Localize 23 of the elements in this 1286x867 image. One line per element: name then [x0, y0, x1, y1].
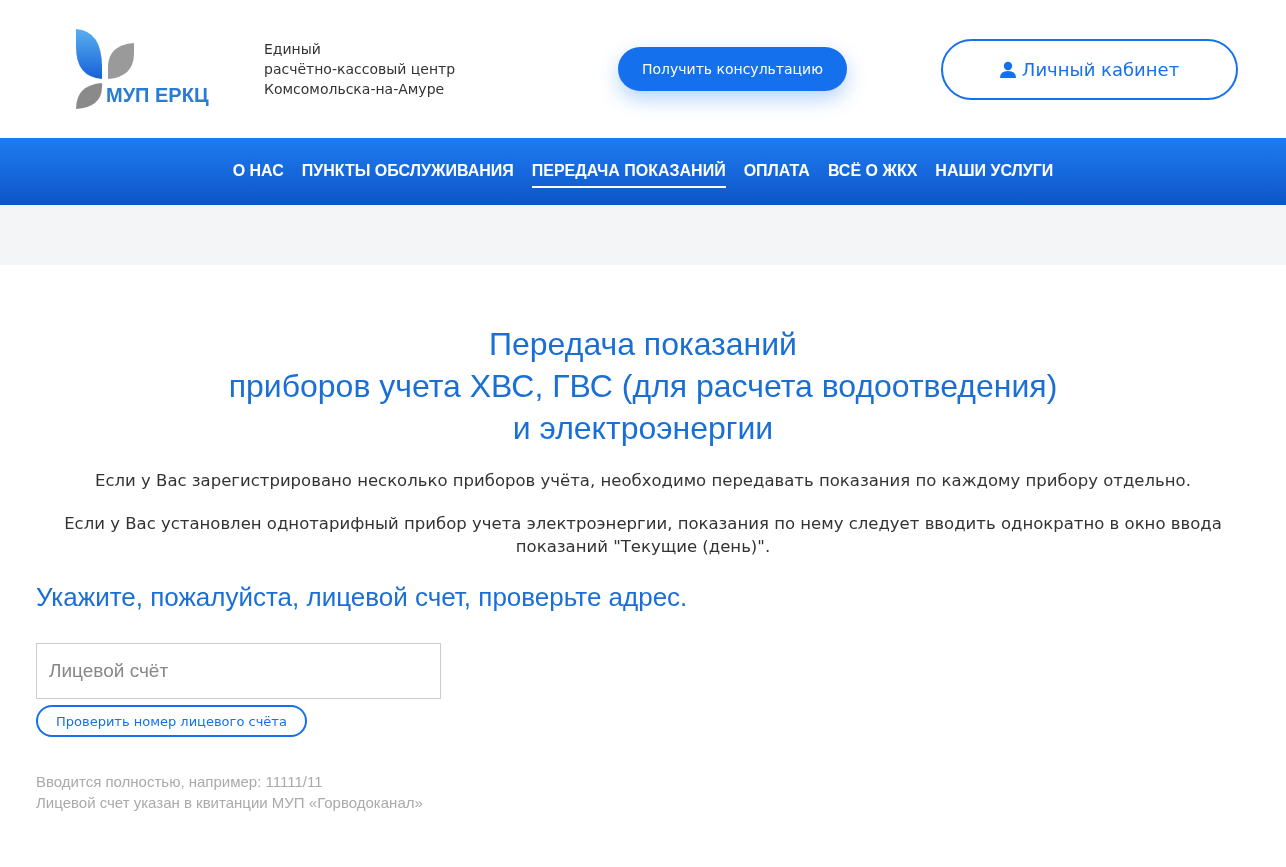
hint-text: Вводится полностью, например: 11111/11	[36, 772, 324, 792]
tagline-text: расчётно-кассовый центр	[264, 60, 456, 79]
nav-link[interactable]: ПЕРЕДАЧА ПОКАЗАНИЙ	[531, 155, 726, 188]
form-heading: Укажите, пожалуйста, лицевой счет, проверьте адрес.	[36, 582, 689, 613]
tagline-text: Единый	[264, 40, 322, 59]
user-icon	[999, 60, 1016, 78]
page-title: и электроэнергии	[511, 409, 775, 448]
nav-link[interactable]: ОПЛАТА	[743, 155, 810, 188]
consultation-button[interactable]: Получить консультацию	[617, 47, 847, 91]
nav-link[interactable]: НАШИ УСЛУГИ	[935, 155, 1054, 188]
check-account-button[interactable]: Проверить номер лицевого счёта	[36, 705, 307, 737]
page-title: приборов учета ХВС, ГВС (для расчета водоотведения)	[227, 367, 1059, 406]
info-paragraph: Если у Вас зарегистрировано несколько приборов учёта, необходимо передавать показания по каждому прибору отдельно.	[94, 470, 1192, 492]
account-number-field[interactable]: Лицевой счёт	[36, 643, 441, 699]
account-button[interactable]: Личный кабинет	[941, 38, 1238, 100]
nav-link[interactable]: О НАС	[232, 155, 284, 188]
nav-link[interactable]: ВСЁ О ЖКХ	[827, 155, 918, 188]
nav-link[interactable]: ПУНКТЫ ОБСЛУЖИВАНИЯ	[301, 155, 514, 188]
hint-text: Лицевой счет указан в квитанции МУП «Горводоканал»	[36, 793, 424, 813]
info-paragraph: Если у Вас установлен однотарифный прибор учета электроэнергии, показания по нему следует вводить однократно в окно ввода показаний "Текущие (день)".	[63, 513, 1223, 558]
logo-text: МУП ЕРКЦ	[106, 84, 209, 107]
page-title: Передача показаний	[488, 325, 798, 364]
tagline-text: Комсомольска-на-Амуре	[264, 80, 446, 99]
